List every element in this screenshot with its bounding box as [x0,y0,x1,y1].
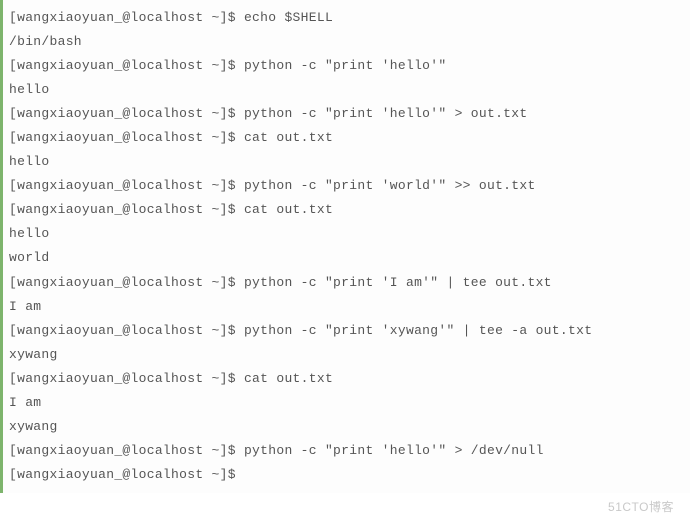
shell-prompt: [wangxiaoyuan_@localhost ~]$ [9,467,244,482]
terminal-output-line: hello [9,150,690,174]
command-text: python -c "print 'world'" >> out.txt [244,178,536,193]
shell-prompt: [wangxiaoyuan_@localhost ~]$ [9,202,244,217]
terminal-command-line: [wangxiaoyuan_@localhost ~]$ python -c "… [9,102,690,126]
command-text: python -c "print 'hello'" > /dev/null [244,443,544,458]
command-text: python -c "print 'hello'" [244,58,447,73]
terminal-command-line: [wangxiaoyuan_@localhost ~]$ python -c "… [9,271,690,295]
command-text: python -c "print 'I am'" | tee out.txt [244,275,552,290]
command-text: python -c "print 'hello'" > out.txt [244,106,528,121]
terminal-window: [wangxiaoyuan_@localhost ~]$ echo $SHELL… [0,0,690,493]
terminal-command-line: [wangxiaoyuan_@localhost ~]$ cat out.txt [9,198,690,222]
shell-prompt: [wangxiaoyuan_@localhost ~]$ [9,443,244,458]
terminal-output-line: I am [9,295,690,319]
shell-prompt: [wangxiaoyuan_@localhost ~]$ [9,275,244,290]
terminal-command-line: [wangxiaoyuan_@localhost ~]$ echo $SHELL [9,6,690,30]
command-text: echo $SHELL [244,10,333,25]
terminal-output-line: xywang [9,343,690,367]
terminal-command-line: [wangxiaoyuan_@localhost ~]$ python -c "… [9,54,690,78]
command-text: cat out.txt [244,130,333,145]
terminal-output-line: hello [9,78,690,102]
terminal-command-line: [wangxiaoyuan_@localhost ~]$ python -c "… [9,174,690,198]
watermark: 51CTO博客 [608,498,674,515]
command-text: cat out.txt [244,202,333,217]
shell-prompt: [wangxiaoyuan_@localhost ~]$ [9,323,244,338]
terminal-command-line: [wangxiaoyuan_@localhost ~]$ python -c "… [9,439,690,463]
terminal-command-line: [wangxiaoyuan_@localhost ~]$ cat out.txt [9,367,690,391]
terminal-command-line: [wangxiaoyuan_@localhost ~]$ [9,463,690,487]
shell-prompt: [wangxiaoyuan_@localhost ~]$ [9,106,244,121]
shell-prompt: [wangxiaoyuan_@localhost ~]$ [9,130,244,145]
shell-prompt: [wangxiaoyuan_@localhost ~]$ [9,178,244,193]
shell-prompt: [wangxiaoyuan_@localhost ~]$ [9,58,244,73]
terminal-output-line: /bin/bash [9,30,690,54]
terminal-command-line: [wangxiaoyuan_@localhost ~]$ python -c "… [9,319,690,343]
terminal-output-line: world [9,246,690,270]
terminal-output-line: xywang [9,415,690,439]
command-text: cat out.txt [244,371,333,386]
terminal-output-line: hello [9,222,690,246]
terminal-output-line: I am [9,391,690,415]
terminal-command-line: [wangxiaoyuan_@localhost ~]$ cat out.txt [9,126,690,150]
shell-prompt: [wangxiaoyuan_@localhost ~]$ [9,10,244,25]
command-text: python -c "print 'xywang'" | tee -a out.… [244,323,592,338]
shell-prompt: [wangxiaoyuan_@localhost ~]$ [9,371,244,386]
